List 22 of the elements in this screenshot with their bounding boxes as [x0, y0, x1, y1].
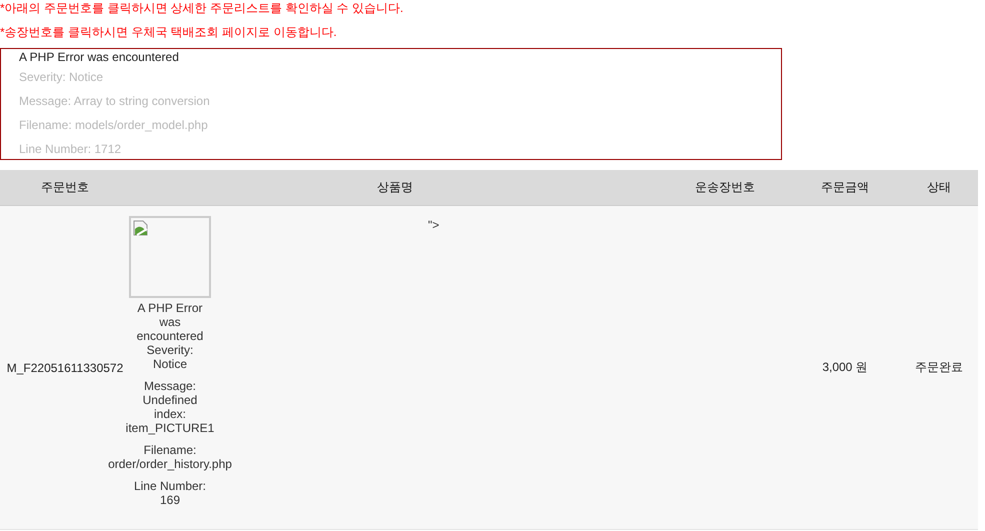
- error-title: A PHP Error was encountered: [136, 301, 204, 343]
- column-header: 상품명: [376, 179, 414, 196]
- error-detail: Filename: models/order_model.php: [19, 117, 209, 134]
- error-detail: Severity: Notice: [19, 69, 104, 86]
- notice-text: *아래의 주문번호를 클릭하시면 상세한 주문리스트를 확인하실 수 있습니다.: [0, 0, 404, 17]
- error-detail: Message: Array to string conversion: [19, 93, 211, 110]
- product-name: ">: [428, 218, 440, 232]
- error-detail: Message: Undefined index: item_PICTURE1: [126, 379, 214, 435]
- order-status: 주문완료: [915, 359, 963, 376]
- order-amount: 3,000 원: [822, 359, 868, 376]
- error-detail: Severity: Notice: [146, 343, 194, 371]
- order-number[interactable]: M_F22051611330572: [6, 360, 124, 374]
- column-header: 운송장번호: [694, 179, 756, 196]
- error-detail: Line Number: 169: [132, 479, 208, 507]
- column-header: 주문금액: [820, 179, 870, 196]
- column-header: 상태: [926, 179, 952, 196]
- error-title: A PHP Error was encountered: [19, 49, 180, 65]
- broken-image-icon: [133, 220, 149, 236]
- error-detail: Filename: order/order_history.php: [108, 443, 232, 471]
- error-detail: Line Number: 1712: [19, 141, 122, 158]
- notice-text: *송장번호를 클릭하시면 우체국 택배조회 페이지로 이동합니다.: [0, 24, 338, 41]
- column-header: 주문번호: [40, 179, 90, 196]
